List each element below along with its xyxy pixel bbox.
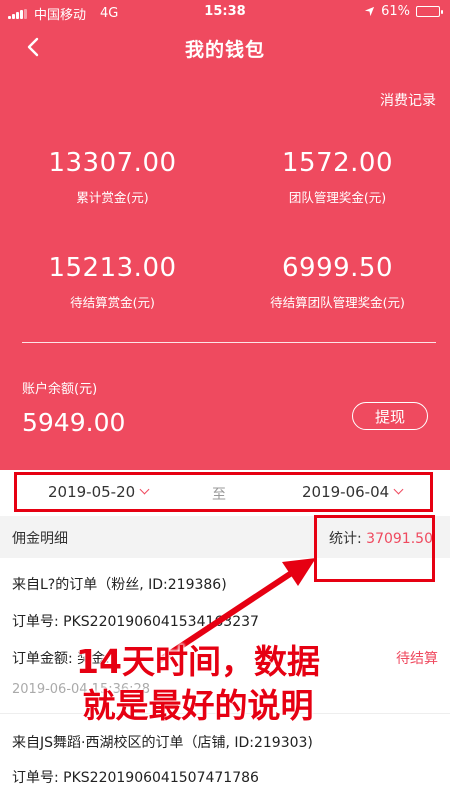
stat-value: 13307.00	[48, 148, 177, 178]
stat-value: 6999.50	[281, 253, 394, 283]
order-source: 来自JS舞蹈·西湖校区的订单（店铺, ID:219303)	[12, 735, 313, 751]
annotation-box-date-range	[14, 472, 433, 512]
section-title: 佣金明细	[12, 531, 68, 547]
annotation-line-1: 14天时间，数据	[76, 642, 320, 681]
consumption-records-link[interactable]: 消费记录	[380, 90, 436, 110]
stat-pending-bounty: 15213.00 待结算赏金(元)	[0, 253, 225, 311]
stat-label: 待结算团队管理奖金(元)	[270, 295, 405, 310]
back-button[interactable]	[18, 32, 48, 62]
stat-value: 15213.00	[48, 253, 177, 283]
summary-divider	[22, 342, 436, 343]
stat-value: 1572.00	[281, 148, 394, 178]
order-status: 待结算	[396, 651, 438, 667]
annotation-box-total	[314, 515, 435, 582]
annotation-line-2: 就是最好的说明	[82, 686, 314, 725]
balance-value: 5949.00	[22, 408, 126, 437]
stat-label: 团队管理奖金(元)	[288, 190, 387, 205]
stat-pending-team-bonus: 6999.50 待结算团队管理奖金(元)	[225, 253, 450, 311]
nav-bar: 我的钱包	[0, 24, 450, 70]
chevron-left-icon	[27, 37, 39, 57]
stat-team-bonus: 1572.00 团队管理奖金(元)	[225, 148, 450, 206]
battery-icon	[416, 6, 443, 17]
page-title: 我的钱包	[184, 39, 265, 61]
order-number: 订单号: PKS2201906041534163237	[12, 614, 259, 630]
stat-label: 待结算赏金(元)	[70, 295, 155, 310]
location-arrow-icon	[365, 6, 375, 17]
order-number: 订单号: PKS2201906041507471786	[12, 770, 259, 786]
stat-label: 累计赏金(元)	[76, 190, 149, 205]
status-right: 61%	[364, 4, 443, 19]
order-source: 来自L?的订单（粉丝, ID:219386)	[12, 577, 227, 593]
stat-total-bounty: 13307.00 累计赏金(元)	[0, 148, 225, 206]
balance-label: 账户余额(元)	[22, 382, 98, 397]
battery-percent: 61%	[381, 4, 410, 19]
wallet-summary: 消费记录 13307.00 累计赏金(元) 1572.00 团队管理奖金(元) …	[0, 70, 450, 470]
withdraw-button[interactable]: 提现	[352, 402, 428, 430]
status-bar: 中国移动 4G 15:38 61%	[0, 0, 450, 24]
annotation-text: 14天时间，数据 就是最好的说明	[33, 640, 363, 728]
